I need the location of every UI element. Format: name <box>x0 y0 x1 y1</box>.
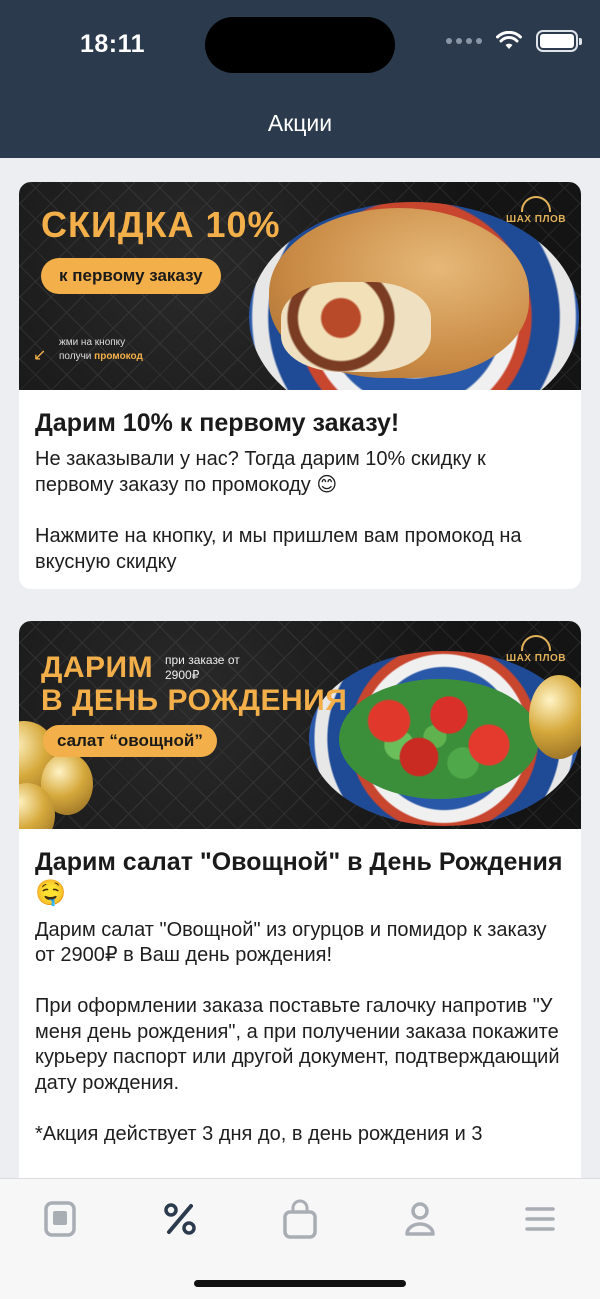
promo-card-first-order[interactable]: СКИДКА 10% к первому заказу ↙ жми на кно… <box>19 182 581 589</box>
tab-bar <box>0 1178 600 1299</box>
promo-description: Не заказывали у нас? Тогда дарим 10% ски… <box>35 448 522 573</box>
pilaf-filling-image <box>281 282 431 372</box>
promo-title: Дарим салат "Овощной" в День Рождения 🤤 <box>35 848 563 908</box>
percent-icon <box>164 1203 196 1235</box>
tab-more[interactable] <box>515 1197 565 1241</box>
promo-card-birthday[interactable]: ДАРИМ В ДЕНЬ РОЖДЕНИЯ при заказе от 2900… <box>19 621 581 1178</box>
status-time: 18:11 <box>80 30 146 58</box>
promo-banner-birthday[interactable]: ДАРИМ В ДЕНЬ РОЖДЕНИЯ при заказе от 2900… <box>19 621 581 829</box>
hamburger-menu-icon <box>525 1207 555 1231</box>
wifi-icon <box>496 31 522 49</box>
page-title: Акции <box>267 110 333 136</box>
status-icons <box>446 30 582 52</box>
cellular-signal-icon <box>446 38 482 44</box>
home-indicator[interactable] <box>194 1280 406 1287</box>
menu-book-icon <box>44 1201 76 1237</box>
tab-menu[interactable] <box>35 1197 85 1241</box>
battery-icon <box>536 30 582 52</box>
brand-logo: ШАХ ПЛОВ <box>505 196 567 225</box>
banner-headline: СКИДКА 10% <box>41 204 281 245</box>
promos-list[interactable]: СКИДКА 10% к первому заказу ↙ жми на кно… <box>0 158 600 1178</box>
arrow-icon: ↙ <box>33 347 47 364</box>
promo-description: Дарим салат "Овощной" из огурцов и помид… <box>35 918 560 1146</box>
banner-note: при заказе от 2900₽ <box>165 653 240 682</box>
promo-banner-discount[interactable]: СКИДКА 10% к первому заказу ↙ жми на кно… <box>19 182 581 390</box>
banner-hint: жми на кнопку получи промокод <box>59 337 143 362</box>
profile-icon <box>405 1202 435 1236</box>
top-bar: 18:11 Акции <box>0 0 600 158</box>
tab-profile[interactable] <box>395 1197 445 1241</box>
banner-pill: салат “овощной” <box>43 725 217 757</box>
brand-logo: ШАХ ПЛОВ <box>505 635 567 664</box>
tab-promotions[interactable] <box>155 1197 205 1241</box>
balloon-icon <box>529 675 581 759</box>
shopping-bag-icon <box>283 1199 317 1239</box>
dynamic-island <box>205 17 395 73</box>
promo-title: Дарим 10% к первому заказу! <box>35 409 400 437</box>
tab-cart[interactable] <box>275 1197 325 1241</box>
salad-image <box>339 679 539 799</box>
banner-pill: к первому заказу <box>41 258 221 294</box>
